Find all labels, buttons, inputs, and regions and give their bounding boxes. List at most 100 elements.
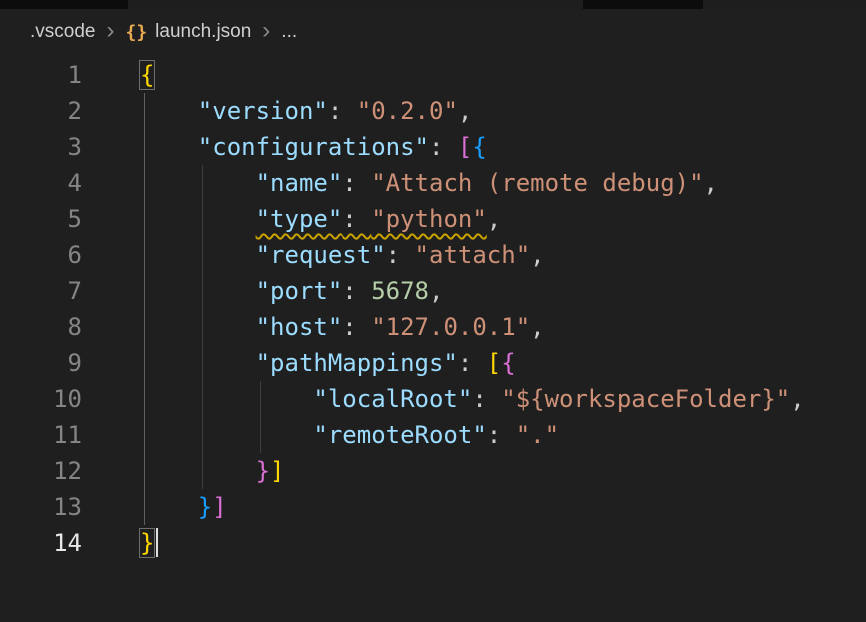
code-line-content[interactable]: "host": "127.0.0.1", [106,309,866,345]
code-token [140,169,256,197]
code-line-content[interactable]: }] [106,453,866,489]
breadcrumb-chevron-icon: › [262,19,270,46]
indent-guide [202,165,203,201]
code-line-content[interactable]: "name": "Attach (remote debug)", [106,165,866,201]
indent-guide [260,381,261,417]
code-line[interactable]: 8 "host": "127.0.0.1", [0,309,866,345]
code-token: "." [516,421,559,449]
code-token: [ [487,349,501,377]
line-number[interactable]: 6 [0,237,106,273]
indent-guide [144,417,145,453]
code-token: "version" [198,97,328,125]
code-line[interactable]: 3 "configurations": [{ [0,129,866,165]
code-token [140,205,256,233]
breadcrumb-item-launch-json[interactable]: {}launch.json [125,21,251,43]
code-token [140,97,198,125]
indent-guide [202,453,203,489]
window-top-strip [0,0,866,9]
line-number[interactable]: 11 [0,417,106,453]
breadcrumb-label: .vscode [30,21,95,43]
code-token: "port" [256,277,343,305]
code-token: "configurations" [198,133,429,161]
code-line[interactable]: 14} [0,525,866,561]
line-number[interactable]: 12 [0,453,106,489]
code-token: : [328,97,357,125]
line-number[interactable]: 8 [0,309,106,345]
breadcrumb: .vscode›{}launch.json›... [0,9,866,55]
code-token: "attach" [415,241,531,269]
code-line[interactable]: 10 "localRoot": "${workspaceFolder}", [0,381,866,417]
line-number[interactable]: 10 [0,381,106,417]
code-token: : [342,313,371,341]
line-number[interactable]: 13 [0,489,106,525]
indent-guide [202,417,203,453]
code-token: } [198,493,212,521]
code-line[interactable]: 6 "request": "attach", [0,237,866,273]
breadcrumb-item-vscode[interactable]: .vscode [30,21,95,43]
indent-guide [144,237,145,273]
line-number[interactable]: 3 [0,129,106,165]
code-token-warning: : [342,205,371,233]
code-line-content[interactable]: "request": "attach", [106,237,866,273]
code-line[interactable]: 12 }] [0,453,866,489]
code-token: : [342,169,371,197]
line-number[interactable]: 1 [0,57,106,93]
code-token: } [256,457,270,485]
code-token [140,421,313,449]
code-token: "remoteRoot" [313,421,486,449]
code-line-content[interactable]: "remoteRoot": "." [106,417,866,453]
code-token [140,457,256,485]
line-number[interactable]: 4 [0,165,106,201]
indent-guide [144,381,145,417]
code-token: ] [212,493,226,521]
code-token [140,493,198,521]
code-token: "127.0.0.1" [371,313,530,341]
text-cursor [156,528,158,557]
code-token: { [140,61,154,89]
code-line[interactable]: 4 "name": "Attach (remote debug)", [0,165,866,201]
indent-guide [144,93,145,129]
indent-guide [144,453,145,489]
code-line-content[interactable]: "type": "python", [106,201,866,237]
editor[interactable]: 1{2 "version": "0.2.0",3 "configurations… [0,55,866,561]
code-token: "${workspaceFolder}" [501,385,790,413]
code-token: , [530,241,544,269]
code-token: , [704,169,718,197]
line-number[interactable]: 5 [0,201,106,237]
code-token [140,313,256,341]
code-token: "pathMappings" [256,349,458,377]
code-line-content[interactable]: { [106,57,866,93]
code-line[interactable]: 13 }] [0,489,866,525]
code-token: [ [458,133,472,161]
code-token: "Attach (remote debug)" [371,169,703,197]
code-line[interactable]: 9 "pathMappings": [{ [0,345,866,381]
code-line-content[interactable]: "version": "0.2.0", [106,93,866,129]
code-token: { [501,349,515,377]
code-token: , [429,277,443,305]
code-token [140,241,256,269]
code-line-content[interactable]: "localRoot": "${workspaceFolder}", [106,381,866,417]
code-line[interactable]: 5 "type": "python", [0,201,866,237]
code-token: "name" [256,169,343,197]
code-line[interactable]: 11 "remoteRoot": "." [0,417,866,453]
code-token: "request" [256,241,386,269]
breadcrumb-label: launch.json [155,21,251,43]
code-line-content[interactable]: } [106,525,866,561]
code-line[interactable]: 2 "version": "0.2.0", [0,93,866,129]
breadcrumb-label: ... [281,21,297,43]
indent-guide [144,309,145,345]
code-token: , [487,205,501,233]
line-number[interactable]: 9 [0,345,106,381]
code-line-content[interactable]: }] [106,489,866,525]
indent-guide [202,309,203,345]
line-number[interactable]: 14 [0,525,106,561]
code-line-content[interactable]: "configurations": [{ [106,129,866,165]
breadcrumb-item-[interactable]: ... [281,21,297,43]
indent-guide [144,201,145,237]
code-line[interactable]: 1{ [0,57,866,93]
line-number[interactable]: 2 [0,93,106,129]
line-number[interactable]: 7 [0,273,106,309]
code-line-content[interactable]: "port": 5678, [106,273,866,309]
code-line-content[interactable]: "pathMappings": [{ [106,345,866,381]
code-line[interactable]: 7 "port": 5678, [0,273,866,309]
